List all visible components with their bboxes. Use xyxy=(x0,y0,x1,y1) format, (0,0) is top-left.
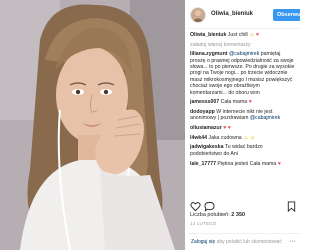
likes-label: Liczba polubień: xyxy=(190,212,230,218)
comment-username[interactable]: oliusiamazur xyxy=(190,125,222,131)
comment-username[interactable]: l4wk44 xyxy=(190,135,207,141)
post-header: Oliwia_bieniuk Obserwuj xyxy=(188,5,300,25)
comment-username[interactable]: jamesss007 xyxy=(190,99,219,105)
list-item: oliusiamazur ♥ ♥ xyxy=(190,125,296,131)
comment-bubble-icon[interactable] xyxy=(204,199,215,212)
heart-emoji-icon: ♥ xyxy=(255,32,259,38)
smile-emoji-icon: ☺ xyxy=(249,32,255,38)
heart-emoji-icon: ♥ xyxy=(277,160,281,167)
follow-button[interactable]: Obserwuj xyxy=(273,9,300,21)
list-item: dodoyapp W internecie nikt nie jest anon… xyxy=(190,109,296,122)
comment-text: Piękna jesteś Cała mama xyxy=(217,160,277,167)
portrait-image xyxy=(0,0,185,250)
smile-emoji-icon: ☺ xyxy=(249,134,256,141)
header-divider xyxy=(188,28,300,29)
avatar[interactable] xyxy=(190,7,206,23)
caption-username[interactable]: Oliwia_bieniuk xyxy=(190,32,226,38)
comment-username[interactable]: liliana.zygmunt xyxy=(190,51,227,57)
comment-text: pamiętaj proszę o prawnej odpowiedzialno… xyxy=(190,51,295,96)
load-more-comments-link[interactable]: załaduj więcej komentarzy xyxy=(190,42,296,48)
login-prompt: Zaloguj się aby polubić lub skomentować … xyxy=(188,233,300,250)
comments-list: Oliwia_bieniuk Just chill ☺ ♥ załaduj wi… xyxy=(190,32,296,170)
caption: Oliwia_bieniuk Just chill ☺ ♥ xyxy=(190,32,296,38)
caption-text: Just chill xyxy=(227,32,248,38)
post-side-panel: Oliwia_bieniuk Obserwuj Oliwia_bieniuk J… xyxy=(188,0,300,250)
post-timestamp: 12 LUTEGO xyxy=(190,221,217,226)
comment-username[interactable]: jadwigakeska xyxy=(190,144,223,150)
comment-text: Cała mama xyxy=(220,99,248,106)
ellipsis-icon[interactable]: ··· xyxy=(289,234,296,250)
list-item: l4wk44 Jaka cudowna ☺ ☺ xyxy=(190,135,296,141)
comment-mention[interactable]: @cabajmirek xyxy=(250,115,280,121)
comment-mention[interactable]: @cabajmirek xyxy=(229,51,259,57)
post-username[interactable]: Oliwia_bieniuk xyxy=(211,11,253,17)
comment-text: Jaka cudowna xyxy=(208,134,242,141)
list-item: jamesss007 Cała mama ♥ xyxy=(190,99,296,105)
post-photo xyxy=(0,0,185,250)
likes-number[interactable]: 2 350 xyxy=(231,212,245,218)
post-actions xyxy=(188,199,300,213)
comment-username[interactable]: lale_17777 xyxy=(190,161,216,167)
bookmark-icon[interactable] xyxy=(286,199,297,213)
list-item: jadwigakeska Tu widać bardzo podobieństw… xyxy=(190,144,296,157)
heart-emoji-icon: ♥ xyxy=(227,125,231,132)
login-prompt-text: aby polubić lub skomentować xyxy=(216,239,282,245)
list-item: liliana.zygmunt @cabajmirek pamiętaj pro… xyxy=(190,51,296,96)
heart-emoji-icon: ♥ xyxy=(248,99,252,106)
smile-emoji-icon: ☺ xyxy=(243,134,249,141)
list-item: lale_17777 Piękna jesteś Cała mama ♥ xyxy=(190,161,296,167)
login-link[interactable]: Zaloguj się xyxy=(191,239,215,245)
likes-count: Liczba polubień: 2 350 xyxy=(190,212,245,218)
heart-outline-icon[interactable] xyxy=(190,199,201,212)
comment-username[interactable]: dodoyapp xyxy=(190,109,215,115)
heart-emoji-icon: ♥ xyxy=(223,125,227,132)
